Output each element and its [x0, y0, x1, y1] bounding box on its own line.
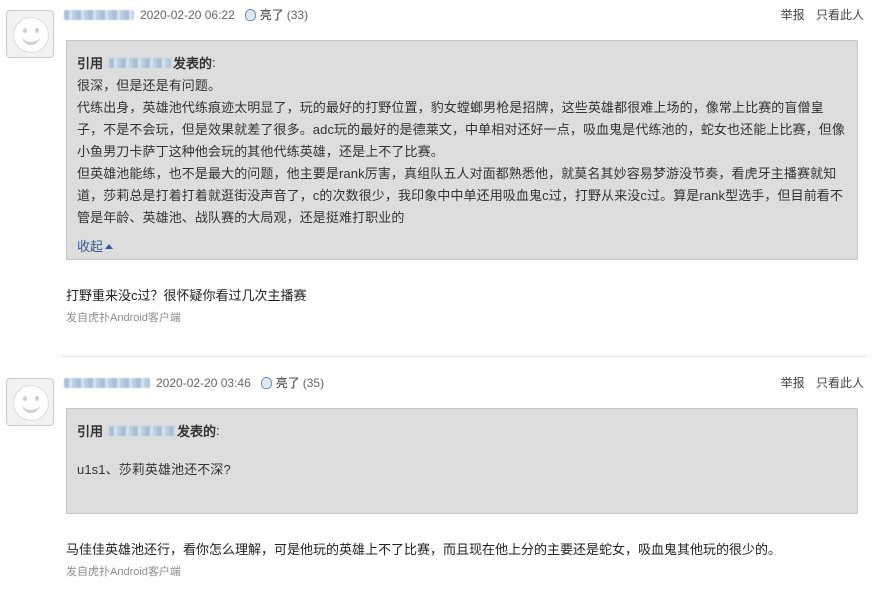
quote-paragraph: 代练出身，英雄池代练痕迹太明显了，玩的最好的打野位置，豹女螳螂男枪是招牌，这些英…	[77, 100, 845, 159]
post-divider	[60, 356, 868, 357]
quote-suffix: 发表的	[173, 56, 213, 71]
post-actions: 举报 只看此人	[773, 374, 864, 392]
quote-block: 引用 发表的: u1s1、莎莉英雄池还不深?	[66, 408, 858, 514]
post-meta: 2020-02-20 06:22 亮了 (33)	[64, 6, 308, 24]
blurred-quoted-username[interactable]	[109, 425, 176, 436]
quote-header: 引用 发表的:	[77, 421, 220, 440]
quote-prefix: 引用	[77, 56, 104, 71]
report-button[interactable]: 举报	[781, 8, 805, 22]
reply-text: 打野重来没c过？很怀疑你看过几次主播赛	[66, 288, 307, 303]
post-actions: 举报 只看此人	[773, 6, 864, 24]
quote-block: 引用 发表的: 很深，但是还是有问题。 代练出身，英雄池代练痕迹太明显了，玩的最…	[66, 40, 858, 260]
light-bulb-icon	[260, 377, 272, 389]
blurred-username[interactable]	[64, 10, 134, 20]
light-button[interactable]: 亮了 (33)	[244, 6, 309, 24]
caret-up-icon	[105, 244, 114, 249]
quote-header: 引用 发表的:	[77, 53, 216, 72]
quote-suffix: 发表的	[177, 424, 217, 439]
quote-content: u1s1、莎莉英雄池还不深?	[77, 459, 849, 481]
quote-colon: :	[216, 423, 220, 438]
light-count: (33)	[286, 8, 309, 22]
collapse-label: 收起	[77, 239, 104, 254]
blurred-username[interactable]	[64, 378, 150, 388]
light-label: 亮了	[259, 8, 284, 22]
client-source: 发自虎扑Android客户端	[66, 312, 181, 324]
quote-colon: :	[212, 55, 216, 70]
light-count: (35)	[302, 376, 325, 390]
quote-paragraph: 但英雄池能练，也不是最大的问题，他主要是rank厉害，真组队五人对面都熟悉他，就…	[77, 166, 843, 225]
quote-paragraph: u1s1、莎莉英雄池还不深?	[77, 462, 231, 477]
client-source: 发自虎扑Android客户端	[66, 566, 181, 578]
only-this-user-button[interactable]: 只看此人	[816, 8, 864, 22]
light-label: 亮了	[275, 376, 300, 390]
default-avatar-icon	[13, 385, 49, 421]
light-bulb-icon	[244, 9, 256, 21]
blurred-quoted-username[interactable]	[109, 57, 172, 68]
user-avatar[interactable]	[6, 10, 54, 58]
default-avatar-icon	[13, 17, 49, 53]
quote-prefix: 引用	[77, 424, 104, 439]
quote-content: 很深，但是还是有问题。 代练出身，英雄池代练痕迹太明显了，玩的最好的打野位置，豹…	[77, 75, 849, 229]
quote-paragraph: 很深，但是还是有问题。	[77, 78, 222, 93]
reply-post: 2020-02-20 06:22 亮了 (33) 举报 只看此人 引用 发表的:…	[0, 0, 876, 350]
reply-post: 2020-02-20 03:46 亮了 (35) 举报 只看此人 引用 发表的:…	[0, 364, 876, 604]
reply-text: 马佳佳英雄池还行，看你怎么理解，可是他玩的英雄上不了比赛，而且现在他上分的主要还…	[66, 542, 782, 557]
post-time: 2020-02-20 03:46	[156, 376, 251, 390]
post-time: 2020-02-20 06:22	[140, 8, 235, 22]
collapse-link[interactable]: 收起	[77, 236, 114, 255]
post-meta: 2020-02-20 03:46 亮了 (35)	[64, 374, 324, 392]
light-button[interactable]: 亮了 (35)	[260, 374, 325, 392]
report-button[interactable]: 举报	[781, 376, 805, 390]
user-avatar[interactable]	[6, 378, 54, 426]
only-this-user-button[interactable]: 只看此人	[816, 376, 864, 390]
